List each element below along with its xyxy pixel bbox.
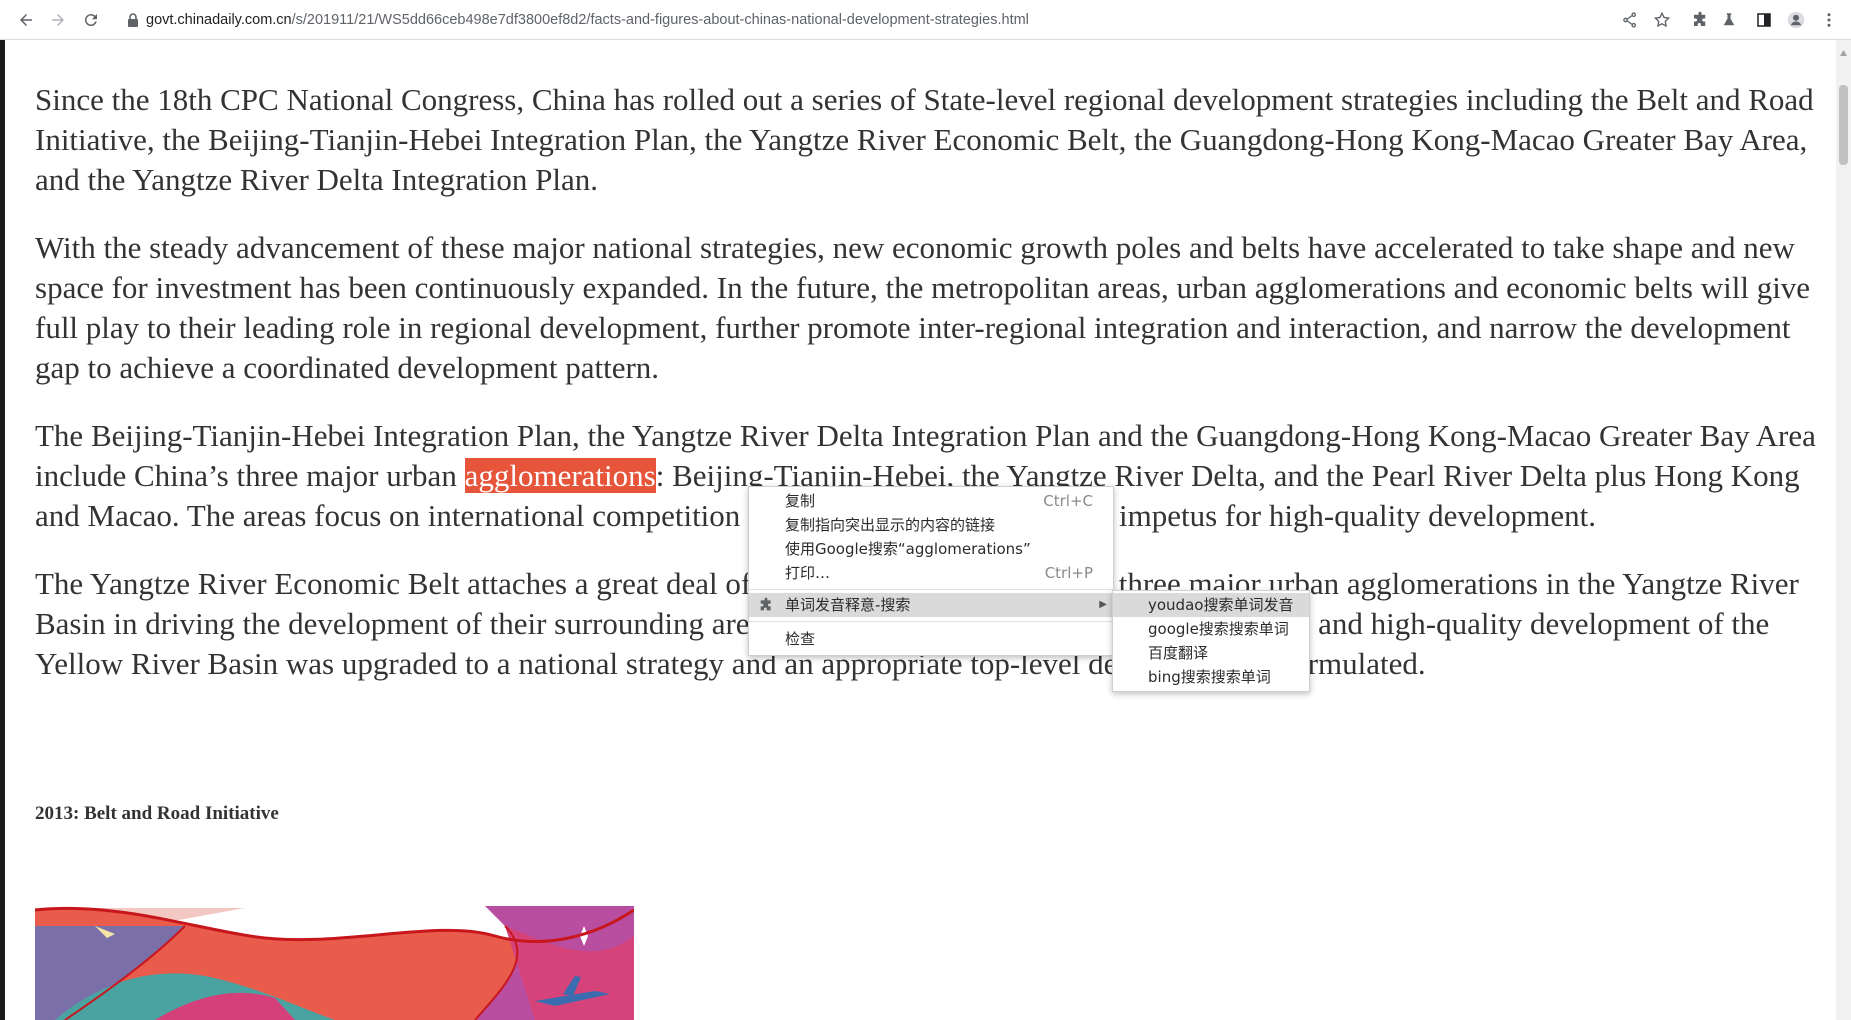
menu-item-extension-label: 单词发音释意-搜索 [785,596,911,614]
puzzle-icon [1694,11,1706,26]
submenu-item-youdao[interactable]: youdao搜索单词发音 [1113,593,1309,617]
address-bar[interactable]: govt.chinadaily.com.cn/s/201911/21/WS5dd… [146,10,1029,30]
avatar-icon [1787,11,1805,29]
share-button[interactable] [1616,6,1644,34]
bookmark-button[interactable] [1648,6,1676,34]
menu-item-copy-label: 复制 [785,492,816,510]
profile-button[interactable] [1782,6,1810,34]
forward-button[interactable] [44,6,72,34]
menu-item-print-label: 打印… [785,564,831,582]
menu-item-inspect[interactable]: 检查 [749,627,1115,651]
browser-toolbar: govt.chinadaily.com.cn/s/201911/21/WS5dd… [0,0,1851,40]
section-heading: 2013: Belt and Road Initiative [35,803,279,824]
extension-button[interactable] [1715,6,1743,34]
scroll-up-icon[interactable] [1839,44,1848,56]
submenu-item-label: google搜索搜索单词 [1148,620,1289,638]
extensions-button[interactable] [1686,6,1714,34]
menu-separator [749,589,1115,590]
star-icon [1653,11,1671,28]
url-path: /s/201911/21/WS5dd66ceb498e7df3800ef8d2/… [291,12,1029,28]
submenu-arrow-icon: ▶ [1099,599,1107,610]
puzzle-icon [760,597,771,611]
context-menu: 复制 Ctrl+C 复制指向突出显示的内容的链接 使用Google搜索“aggl… [748,486,1115,656]
menu-item-google-search-label: 使用Google搜索“agglomerations” [785,540,1031,558]
menu-item-print[interactable]: 打印… Ctrl+P [749,561,1115,585]
scroll-thumb[interactable] [1839,85,1848,165]
back-button[interactable] [12,6,40,34]
side-panel-button[interactable] [1750,6,1778,34]
submenu-item-label: 百度翻译 [1148,644,1209,662]
submenu-item-google[interactable]: google搜索搜索单词 [1113,617,1309,641]
submenu-item-label: youdao搜索单词发音 [1148,596,1294,614]
submenu-item-bing[interactable]: bing搜索搜索单词 [1113,665,1309,689]
page-scrollbar[interactable] [1836,40,1851,1020]
menu-item-copy-link[interactable]: 复制指向突出显示的内容的链接 [749,513,1115,537]
menu-item-copy-shortcut: Ctrl+C [1043,492,1093,510]
share-icon [1623,12,1637,28]
menu-item-copy-link-label: 复制指向突出显示的内容的链接 [785,516,996,534]
lock-icon[interactable] [124,11,142,29]
menu-item-copy[interactable]: 复制 Ctrl+C [749,489,1115,513]
page-edge [0,40,5,1020]
arrow-right-icon [52,14,64,26]
menu-button[interactable] [1815,6,1843,34]
paragraph-2: With the steady advancement of these maj… [35,230,1811,385]
extension-submenu: youdao搜索单词发音 google搜索搜索单词 百度翻译 bing搜索搜索单… [1112,590,1310,692]
arrow-left-icon [20,14,32,26]
side-panel-icon [1757,13,1771,27]
menu-item-google-search[interactable]: 使用Google搜索“agglomerations” [749,537,1115,561]
selected-word[interactable]: agglomerations [464,458,656,493]
article-illustration [35,906,634,1020]
paragraph-1: Since the 18th CPC National Congress, Ch… [35,82,1814,197]
flask-icon [1723,13,1735,26]
menu-item-inspect-label: 检查 [785,630,816,648]
menu-separator [749,621,1115,622]
menu-item-print-shortcut: Ctrl+P [1044,564,1093,582]
reload-icon [84,14,97,27]
more-vert-icon [1827,13,1831,27]
url-host: govt.chinadaily.com.cn [146,12,292,28]
reload-button[interactable] [77,6,105,34]
submenu-item-baidu[interactable]: 百度翻译 [1113,641,1309,665]
menu-item-extension[interactable]: 单词发音释意-搜索 ▶ [749,593,1115,617]
submenu-item-label: bing搜索搜索单词 [1148,668,1271,686]
